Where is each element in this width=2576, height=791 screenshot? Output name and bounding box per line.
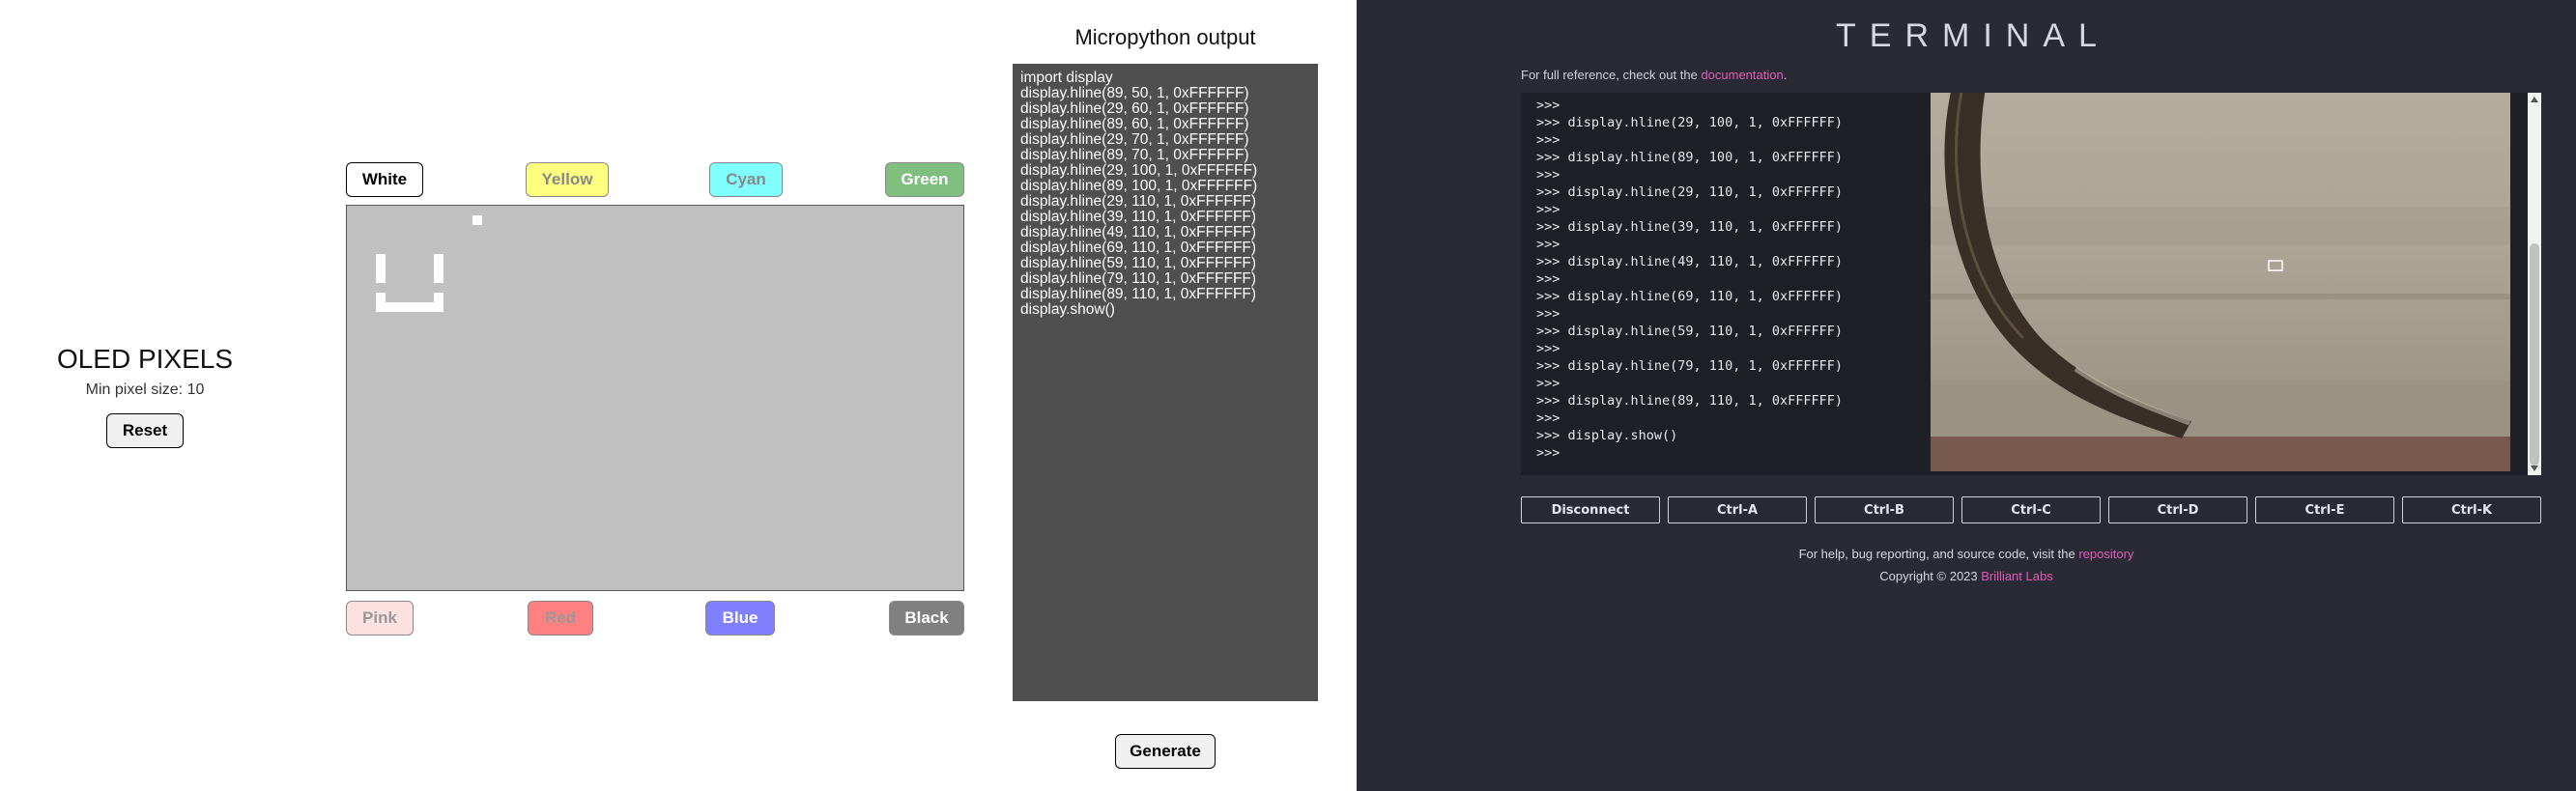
terminal-title: TERMINAL bbox=[1836, 17, 2110, 54]
lit-pixel[interactable] bbox=[376, 302, 444, 312]
repository-link[interactable]: repository bbox=[2078, 547, 2133, 561]
terminal-output[interactable]: >>> >>> display.hline(29, 100, 1, 0xFFFF… bbox=[1521, 93, 2541, 475]
color-white-button[interactable]: White bbox=[346, 162, 423, 197]
oled-pixel-canvas[interactable] bbox=[346, 205, 964, 591]
ctrl-d-button[interactable]: Ctrl-D bbox=[2108, 496, 2247, 523]
reference-text: For full reference, check out the bbox=[1521, 68, 1702, 82]
lit-pixel[interactable] bbox=[472, 215, 482, 225]
brilliant-labs-link[interactable]: Brilliant Labs bbox=[1981, 569, 2052, 583]
terminal-lines: >>> >>> display.hline(29, 100, 1, 0xFFFF… bbox=[1536, 98, 1843, 461]
oled-title: OLED PIXELS bbox=[56, 344, 234, 374]
color-red-button[interactable]: Red bbox=[528, 601, 593, 636]
ctrl-k-button[interactable]: Ctrl-K bbox=[2402, 496, 2541, 523]
help-text: For help, bug reporting, and source code… bbox=[1798, 547, 2079, 561]
lit-pixel[interactable] bbox=[434, 254, 444, 283]
lit-pixel[interactable] bbox=[376, 254, 386, 283]
copyright-line: Copyright © 2023 Brilliant Labs bbox=[1357, 569, 2576, 583]
ctrl-c-button[interactable]: Ctrl-C bbox=[1961, 496, 2101, 523]
terminal-scroll-thumb[interactable] bbox=[2530, 243, 2539, 466]
terminal-controls: Disconnect Ctrl-A Ctrl-B Ctrl-C Ctrl-D C… bbox=[1519, 496, 2543, 523]
camera-scene bbox=[1931, 93, 2510, 471]
reference-suffix: . bbox=[1783, 68, 1788, 82]
color-green-button[interactable]: Green bbox=[885, 162, 964, 197]
generate-button[interactable]: Generate bbox=[1115, 734, 1216, 769]
micropython-output-title: Micropython output bbox=[1074, 25, 1256, 49]
color-yellow-button[interactable]: Yellow bbox=[526, 162, 609, 197]
min-pixel-size-label: Min pixel size: 10 bbox=[85, 381, 205, 398]
ctrl-e-button[interactable]: Ctrl-E bbox=[2255, 496, 2394, 523]
copyright-text: Copyright © 2023 bbox=[1879, 569, 1982, 583]
disconnect-button[interactable]: Disconnect bbox=[1521, 496, 1660, 523]
reset-button[interactable]: Reset bbox=[106, 413, 184, 448]
terminal-pane: TERMINAL For full reference, check out t… bbox=[1357, 0, 2576, 791]
oled-editor-pane: OLED PIXELS Min pixel size: 10 Reset Whi… bbox=[0, 0, 1357, 791]
terminal-scrollbar[interactable] bbox=[2528, 93, 2541, 475]
reference-line: For full reference, check out the docume… bbox=[1521, 68, 1787, 82]
ctrl-a-button[interactable]: Ctrl-A bbox=[1668, 496, 1807, 523]
documentation-link[interactable]: documentation bbox=[1701, 68, 1783, 82]
color-black-button[interactable]: Black bbox=[889, 601, 964, 636]
color-pink-button[interactable]: Pink bbox=[346, 601, 414, 636]
micropython-output-text[interactable]: import display display.hline(89, 50, 1, … bbox=[1013, 64, 1318, 701]
help-line: For help, bug reporting, and source code… bbox=[1357, 547, 2576, 561]
camera-preview-image bbox=[1931, 93, 2510, 471]
color-cyan-button[interactable]: Cyan bbox=[709, 162, 783, 197]
scroll-up-arrow-icon[interactable] bbox=[2531, 97, 2538, 102]
color-blue-button[interactable]: Blue bbox=[705, 601, 775, 636]
ctrl-b-button[interactable]: Ctrl-B bbox=[1815, 496, 1954, 523]
scroll-down-arrow-icon[interactable] bbox=[2531, 466, 2538, 471]
